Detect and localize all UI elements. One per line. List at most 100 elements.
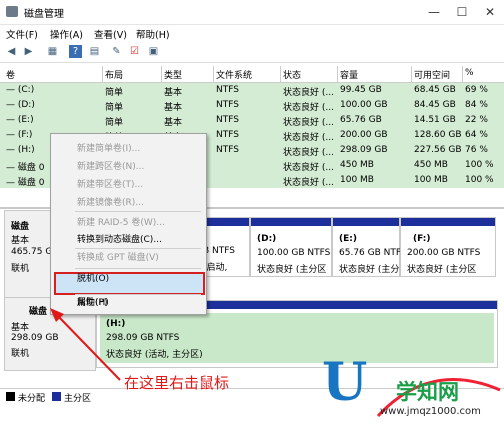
legend-primary-label: 主分区 bbox=[64, 394, 92, 404]
annotation-text: 在这里右击鼠标 bbox=[124, 374, 230, 392]
disk-management-icon bbox=[6, 6, 18, 17]
partition-c[interactable]: B NTFS (启动, bbox=[200, 217, 250, 277]
table-cell: 状态良好 (... bbox=[283, 88, 334, 98]
watermark-title: 学知网 bbox=[396, 380, 459, 404]
column-divider[interactable] bbox=[102, 66, 103, 82]
table-cell: 状态良好 (... bbox=[283, 148, 334, 158]
col-percent[interactable]: % bbox=[465, 68, 474, 78]
disk-1-status: 联机 bbox=[11, 349, 30, 359]
table-cell: 128.60 GB bbox=[414, 130, 462, 140]
partition-e[interactable]: (E:) 65.76 GB NTFS 状态良好 (主分区 bbox=[332, 217, 408, 277]
legend-unallocated-label: 未分配 bbox=[18, 394, 46, 404]
col-free[interactable]: 可用空间 bbox=[414, 68, 450, 81]
column-divider[interactable] bbox=[411, 66, 412, 82]
table-cell: 状态良好 (... bbox=[283, 118, 334, 128]
col-layout[interactable]: 布局 bbox=[105, 68, 123, 81]
watermark-url: www.jmqz1000.com bbox=[380, 406, 481, 417]
ctx-item-convert-to-dynamic[interactable]: 转换到动态磁盘(C)... bbox=[77, 232, 162, 245]
table-cell: 14.51 GB bbox=[414, 115, 456, 125]
ctx-item-new-raid5-volume: 新建 RAID-5 卷(W)... bbox=[77, 218, 165, 228]
table-cell: NTFS bbox=[216, 130, 239, 140]
list-icon[interactable]: ▤ bbox=[88, 45, 101, 58]
table-cell: 简单 bbox=[105, 88, 124, 98]
menu-separator bbox=[75, 294, 201, 295]
forward-icon[interactable]: ▶ bbox=[22, 45, 35, 58]
column-divider[interactable] bbox=[337, 66, 338, 82]
column-divider[interactable] bbox=[213, 66, 214, 82]
table-icon[interactable]: ▦ bbox=[46, 45, 59, 58]
disk-0-status: 联机 bbox=[11, 264, 30, 274]
ctx-item-convert-to-gpt: 转换成 GPT 磁盘(V) bbox=[77, 253, 159, 263]
table-cell: 84 % bbox=[465, 100, 488, 110]
table-cell: 100 MB bbox=[414, 175, 448, 185]
table-cell: 200.00 GB bbox=[340, 130, 388, 140]
close-button[interactable]: ✕ bbox=[476, 2, 504, 22]
table-cell: 76 % bbox=[465, 145, 488, 155]
menu-separator bbox=[75, 248, 201, 249]
table-cell: 状态良好 (... bbox=[283, 103, 334, 113]
partition-d[interactable]: (D:) 100.00 GB NTFS 状态良好 (主分区 bbox=[250, 217, 332, 277]
table-cell: 100.00 GB bbox=[340, 100, 388, 110]
table-cell: 450 MB bbox=[414, 160, 448, 170]
minimize-button[interactable]: — bbox=[420, 2, 448, 22]
disk-1-type: 基本 bbox=[11, 323, 30, 333]
partition-f[interactable]: (F:) 200.00 GB NTFS 状态良好 (主分区 bbox=[400, 217, 496, 277]
back-icon[interactable]: ◀ bbox=[5, 45, 18, 58]
table-cell: 状态良好 (... bbox=[283, 133, 334, 143]
table-cell: NTFS bbox=[216, 115, 239, 125]
menu-help[interactable]: 帮助(H) bbox=[136, 27, 170, 41]
menu-separator bbox=[75, 268, 201, 269]
context-menu: 新建简单卷(I)... 新建跨区卷(N)... 新建带区卷(T)... 新建镜像卷(R… bbox=[50, 133, 207, 315]
maximize-button[interactable]: ☐ bbox=[448, 2, 476, 22]
table-cell: — (H:) bbox=[6, 145, 35, 155]
table-cell: — 磁盘 0 bbox=[6, 163, 45, 173]
col-status[interactable]: 状态 bbox=[283, 68, 301, 81]
check-icon[interactable]: ☑ bbox=[128, 45, 141, 58]
watermark-logo: U bbox=[322, 352, 368, 413]
menu-separator bbox=[75, 211, 201, 212]
disk-0-size: 465.75 G bbox=[11, 247, 53, 257]
table-cell: 简单 bbox=[105, 118, 124, 128]
col-volume[interactable]: 卷 bbox=[6, 68, 15, 81]
window-title: 磁盘管理 bbox=[24, 9, 64, 20]
col-capacity[interactable]: 容量 bbox=[340, 68, 358, 81]
toolbar: ◀ ▶ ▦ ? ▤ ✎ ☑ ▣ bbox=[0, 42, 504, 63]
annotation-arrow bbox=[50, 308, 121, 381]
table-cell: 68.45 GB bbox=[414, 85, 456, 95]
menu-bar: 文件(F) 操作(A) 查看(V) 帮助(H) bbox=[0, 24, 504, 42]
disk-0-name: 磁盘 bbox=[11, 222, 30, 232]
column-divider[interactable] bbox=[280, 66, 281, 82]
table-cell: NTFS bbox=[216, 145, 239, 155]
column-divider[interactable] bbox=[462, 66, 463, 82]
table-row[interactable]: — (C:) 简单 基本 NTFS 状态良好 (... 99.45 GB 68.45 GB 6… bbox=[0, 83, 504, 98]
menu-action[interactable]: 操作(A) bbox=[50, 27, 83, 41]
table-cell: 状态良好 (... bbox=[283, 163, 334, 173]
col-type[interactable]: 类型 bbox=[164, 68, 182, 81]
menu-view[interactable]: 查看(V) bbox=[94, 27, 127, 41]
table-cell: 99.45 GB bbox=[340, 85, 382, 95]
ctx-item-offline[interactable]: 脱机(O) bbox=[77, 271, 109, 284]
help-icon[interactable]: ? bbox=[69, 45, 82, 58]
table-cell: — 磁盘 0 bbox=[6, 178, 45, 188]
title-bar: 磁盘管理 — ☐ ✕ bbox=[0, 0, 504, 25]
table-row[interactable]: — (D:) 简单 基本 NTFS 状态良好 (... 100.00 GB 84.45 GB… bbox=[0, 98, 504, 113]
table-cell: 基本 bbox=[164, 118, 183, 128]
ctx-item-new-spanned-volume: 新建跨区卷(N)... bbox=[77, 162, 145, 172]
disk-0-type: 基本 bbox=[11, 236, 30, 246]
column-divider[interactable] bbox=[161, 66, 162, 82]
legend-unallocated-swatch bbox=[6, 392, 15, 401]
ctx-item-new-simple-volume: 新建简单卷(I)... bbox=[77, 144, 141, 154]
menu-file[interactable]: 文件(F) bbox=[6, 27, 38, 41]
table-cell: 450 MB bbox=[340, 160, 374, 170]
col-filesystem[interactable]: 文件系统 bbox=[216, 68, 252, 81]
ctx-item-new-mirrored-volume: 新建镜像卷(R)... bbox=[77, 198, 144, 208]
table-cell: 100 % bbox=[465, 175, 494, 185]
properties-icon[interactable]: ✎ bbox=[110, 45, 123, 58]
table-cell: 100 % bbox=[465, 160, 494, 170]
table-cell: 298.09 GB bbox=[340, 145, 388, 155]
table-cell: — (C:) bbox=[6, 85, 35, 95]
table-cell: 22 % bbox=[465, 115, 488, 125]
window-icon[interactable]: ▣ bbox=[147, 45, 160, 58]
table-cell: 基本 bbox=[164, 103, 183, 113]
table-row[interactable]: — (E:) 简单 基本 NTFS 状态良好 (... 65.76 GB 14.51 GB 2… bbox=[0, 113, 504, 128]
